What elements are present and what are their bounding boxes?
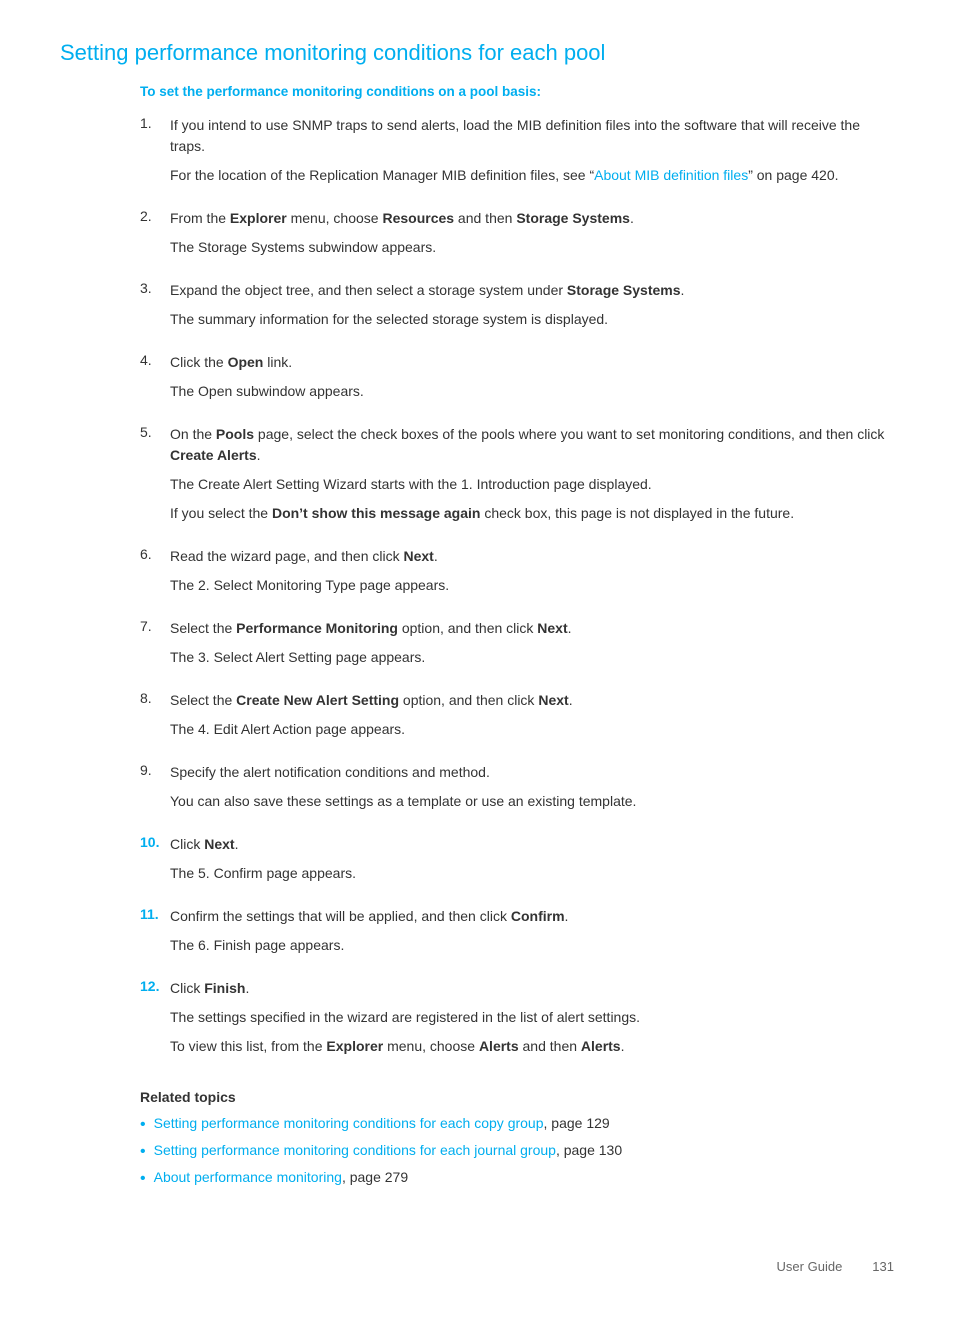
step-3-main: Expand the object tree, and then select …: [170, 280, 894, 301]
step-12-note-2: To view this list, from the Explorer men…: [170, 1036, 894, 1057]
page-number: 131: [872, 1259, 894, 1274]
step-5-main: On the Pools page, select the check boxe…: [170, 424, 894, 466]
step-number-3: 3.: [140, 280, 170, 296]
step-content-6: Read the wizard page, and then click Nex…: [170, 546, 894, 604]
step-number-11: 11.: [140, 906, 170, 922]
step-8: 8. Select the Create New Alert Setting o…: [140, 690, 894, 748]
step-12-note-1: The settings specified in the wizard are…: [170, 1007, 894, 1028]
step-5-note-1: The Create Alert Setting Wizard starts w…: [170, 474, 894, 495]
step-number-2: 2.: [140, 208, 170, 224]
step-3: 3. Expand the object tree, and then sele…: [140, 280, 894, 338]
step-6: 6. Read the wizard page, and then click …: [140, 546, 894, 604]
mib-definition-link[interactable]: About MIB definition files: [594, 167, 748, 183]
step-content-3: Expand the object tree, and then select …: [170, 280, 894, 338]
step-6-main: Read the wizard page, and then click Nex…: [170, 546, 894, 567]
step-1-note: For the location of the Replication Mana…: [170, 165, 894, 186]
step-1: 1. If you intend to use SNMP traps to se…: [140, 115, 894, 194]
related-topic-item-2: Setting performance monitoring condition…: [140, 1142, 894, 1163]
step-8-main: Select the Create New Alert Setting opti…: [170, 690, 894, 711]
step-content-4: Click the Open link. The Open subwindow …: [170, 352, 894, 410]
related-topic-link-2[interactable]: Setting performance monitoring condition…: [154, 1142, 556, 1158]
step-11-note: The 6. Finish page appears.: [170, 935, 894, 956]
step-11: 11. Confirm the settings that will be ap…: [140, 906, 894, 964]
step-content-10: Click Next. The 5. Confirm page appears.: [170, 834, 894, 892]
step-2: 2. From the Explorer menu, choose Resour…: [140, 208, 894, 266]
related-topics-section: Related topics Setting performance monit…: [140, 1089, 894, 1189]
step-number-8: 8.: [140, 690, 170, 706]
related-topic-item-3: About performance monitoring, page 279: [140, 1169, 894, 1190]
step-3-note: The summary information for the selected…: [170, 309, 894, 330]
step-2-main: From the Explorer menu, choose Resources…: [170, 208, 894, 229]
step-number-4: 4.: [140, 352, 170, 368]
related-topic-suffix-3: , page 279: [342, 1169, 408, 1185]
related-topics-title: Related topics: [140, 1089, 894, 1105]
steps-container: 1. If you intend to use SNMP traps to se…: [140, 115, 894, 1065]
step-7-note: The 3. Select Alert Setting page appears…: [170, 647, 894, 668]
step-4-main: Click the Open link.: [170, 352, 894, 373]
step-9-note: You can also save these settings as a te…: [170, 791, 894, 812]
step-number-1: 1.: [140, 115, 170, 131]
section-subtitle: To set the performance monitoring condit…: [140, 84, 894, 99]
step-6-note: The 2. Select Monitoring Type page appea…: [170, 575, 894, 596]
step-content-7: Select the Performance Monitoring option…: [170, 618, 894, 676]
step-4-note: The Open subwindow appears.: [170, 381, 894, 402]
step-number-7: 7.: [140, 618, 170, 634]
step-7-main: Select the Performance Monitoring option…: [170, 618, 894, 639]
step-5: 5. On the Pools page, select the check b…: [140, 424, 894, 532]
step-content-2: From the Explorer menu, choose Resources…: [170, 208, 894, 266]
step-10-main: Click Next.: [170, 834, 894, 855]
footer: User Guide 131: [60, 1249, 894, 1274]
step-content-9: Specify the alert notification condition…: [170, 762, 894, 820]
related-topic-link-3[interactable]: About performance monitoring: [154, 1169, 342, 1185]
step-number-12: 12.: [140, 978, 170, 994]
related-topic-suffix-2: , page 130: [556, 1142, 622, 1158]
step-number-9: 9.: [140, 762, 170, 778]
step-content-12: Click Finish. The settings specified in …: [170, 978, 894, 1065]
related-topics-list: Setting performance monitoring condition…: [140, 1115, 894, 1189]
related-topic-link-1[interactable]: Setting performance monitoring condition…: [154, 1115, 544, 1131]
step-content-8: Select the Create New Alert Setting opti…: [170, 690, 894, 748]
step-10-note: The 5. Confirm page appears.: [170, 863, 894, 884]
step-12: 12. Click Finish. The settings specified…: [140, 978, 894, 1065]
step-7: 7. Select the Performance Monitoring opt…: [140, 618, 894, 676]
step-4: 4. Click the Open link. The Open subwind…: [140, 352, 894, 410]
step-content-11: Confirm the settings that will be applie…: [170, 906, 894, 964]
step-11-main: Confirm the settings that will be applie…: [170, 906, 894, 927]
step-10: 10. Click Next. The 5. Confirm page appe…: [140, 834, 894, 892]
related-topic-suffix-1: , page 129: [544, 1115, 610, 1131]
step-9-main: Specify the alert notification condition…: [170, 762, 894, 783]
step-9: 9. Specify the alert notification condit…: [140, 762, 894, 820]
step-content-5: On the Pools page, select the check boxe…: [170, 424, 894, 532]
step-number-5: 5.: [140, 424, 170, 440]
step-8-note: The 4. Edit Alert Action page appears.: [170, 719, 894, 740]
step-5-note-2: If you select the Don’t show this messag…: [170, 503, 894, 524]
step-2-note: The Storage Systems subwindow appears.: [170, 237, 894, 258]
step-content-1: If you intend to use SNMP traps to send …: [170, 115, 894, 194]
page-title: Setting performance monitoring condition…: [60, 40, 894, 66]
footer-label: User Guide: [777, 1259, 843, 1274]
related-topic-item-1: Setting performance monitoring condition…: [140, 1115, 894, 1136]
step-1-main: If you intend to use SNMP traps to send …: [170, 115, 894, 157]
step-number-6: 6.: [140, 546, 170, 562]
step-number-10: 10.: [140, 834, 170, 850]
step-12-main: Click Finish.: [170, 978, 894, 999]
